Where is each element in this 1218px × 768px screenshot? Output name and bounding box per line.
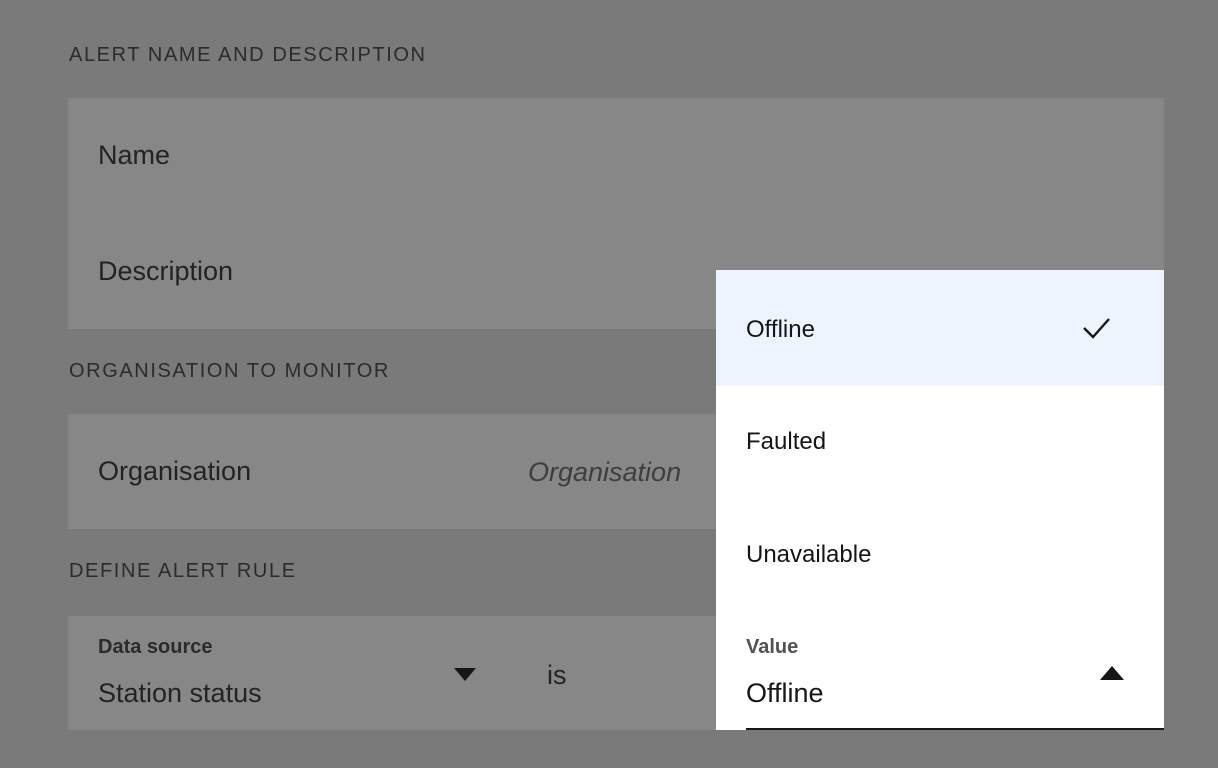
dropdown-option-faulted[interactable]: Faulted [716, 386, 1164, 499]
checkmark-icon [1083, 318, 1110, 339]
dropdown-option-unavailable[interactable]: Unavailable [716, 499, 1164, 612]
section-title-alert-rule: DEFINE ALERT RULE [69, 560, 297, 582]
value-dropdown[interactable]: Offline Faulted Unavailable Value Offlin… [716, 270, 1164, 730]
dropdown-option-label: Offline [746, 316, 815, 343]
organisation-field-label: Organisation [98, 456, 252, 486]
value-select[interactable]: Value Offline [716, 612, 1164, 730]
section-title-organisation: ORGANISATION TO MONITOR [69, 360, 390, 382]
section-title-alert-name: ALERT NAME AND DESCRIPTION [69, 44, 427, 66]
caret-down-icon[interactable] [454, 668, 476, 681]
value-selected-text: Offline [746, 678, 824, 708]
caret-up-icon[interactable] [1100, 666, 1124, 680]
name-field[interactable]: Name [68, 98, 1164, 214]
value-underline [746, 728, 1164, 730]
data-source-label: Data source [98, 636, 213, 658]
name-field-label: Name [98, 140, 171, 170]
dropdown-option-offline[interactable]: Offline [716, 270, 1164, 386]
dropdown-option-label: Faulted [746, 428, 827, 455]
data-source-value[interactable]: Station status [98, 678, 262, 709]
dropdown-option-label: Unavailable [746, 541, 872, 568]
value-label: Value [746, 636, 799, 658]
organisation-input[interactable]: Organisation [528, 457, 681, 488]
description-field-label: Description [98, 256, 234, 286]
operator-text: is [547, 660, 567, 690]
